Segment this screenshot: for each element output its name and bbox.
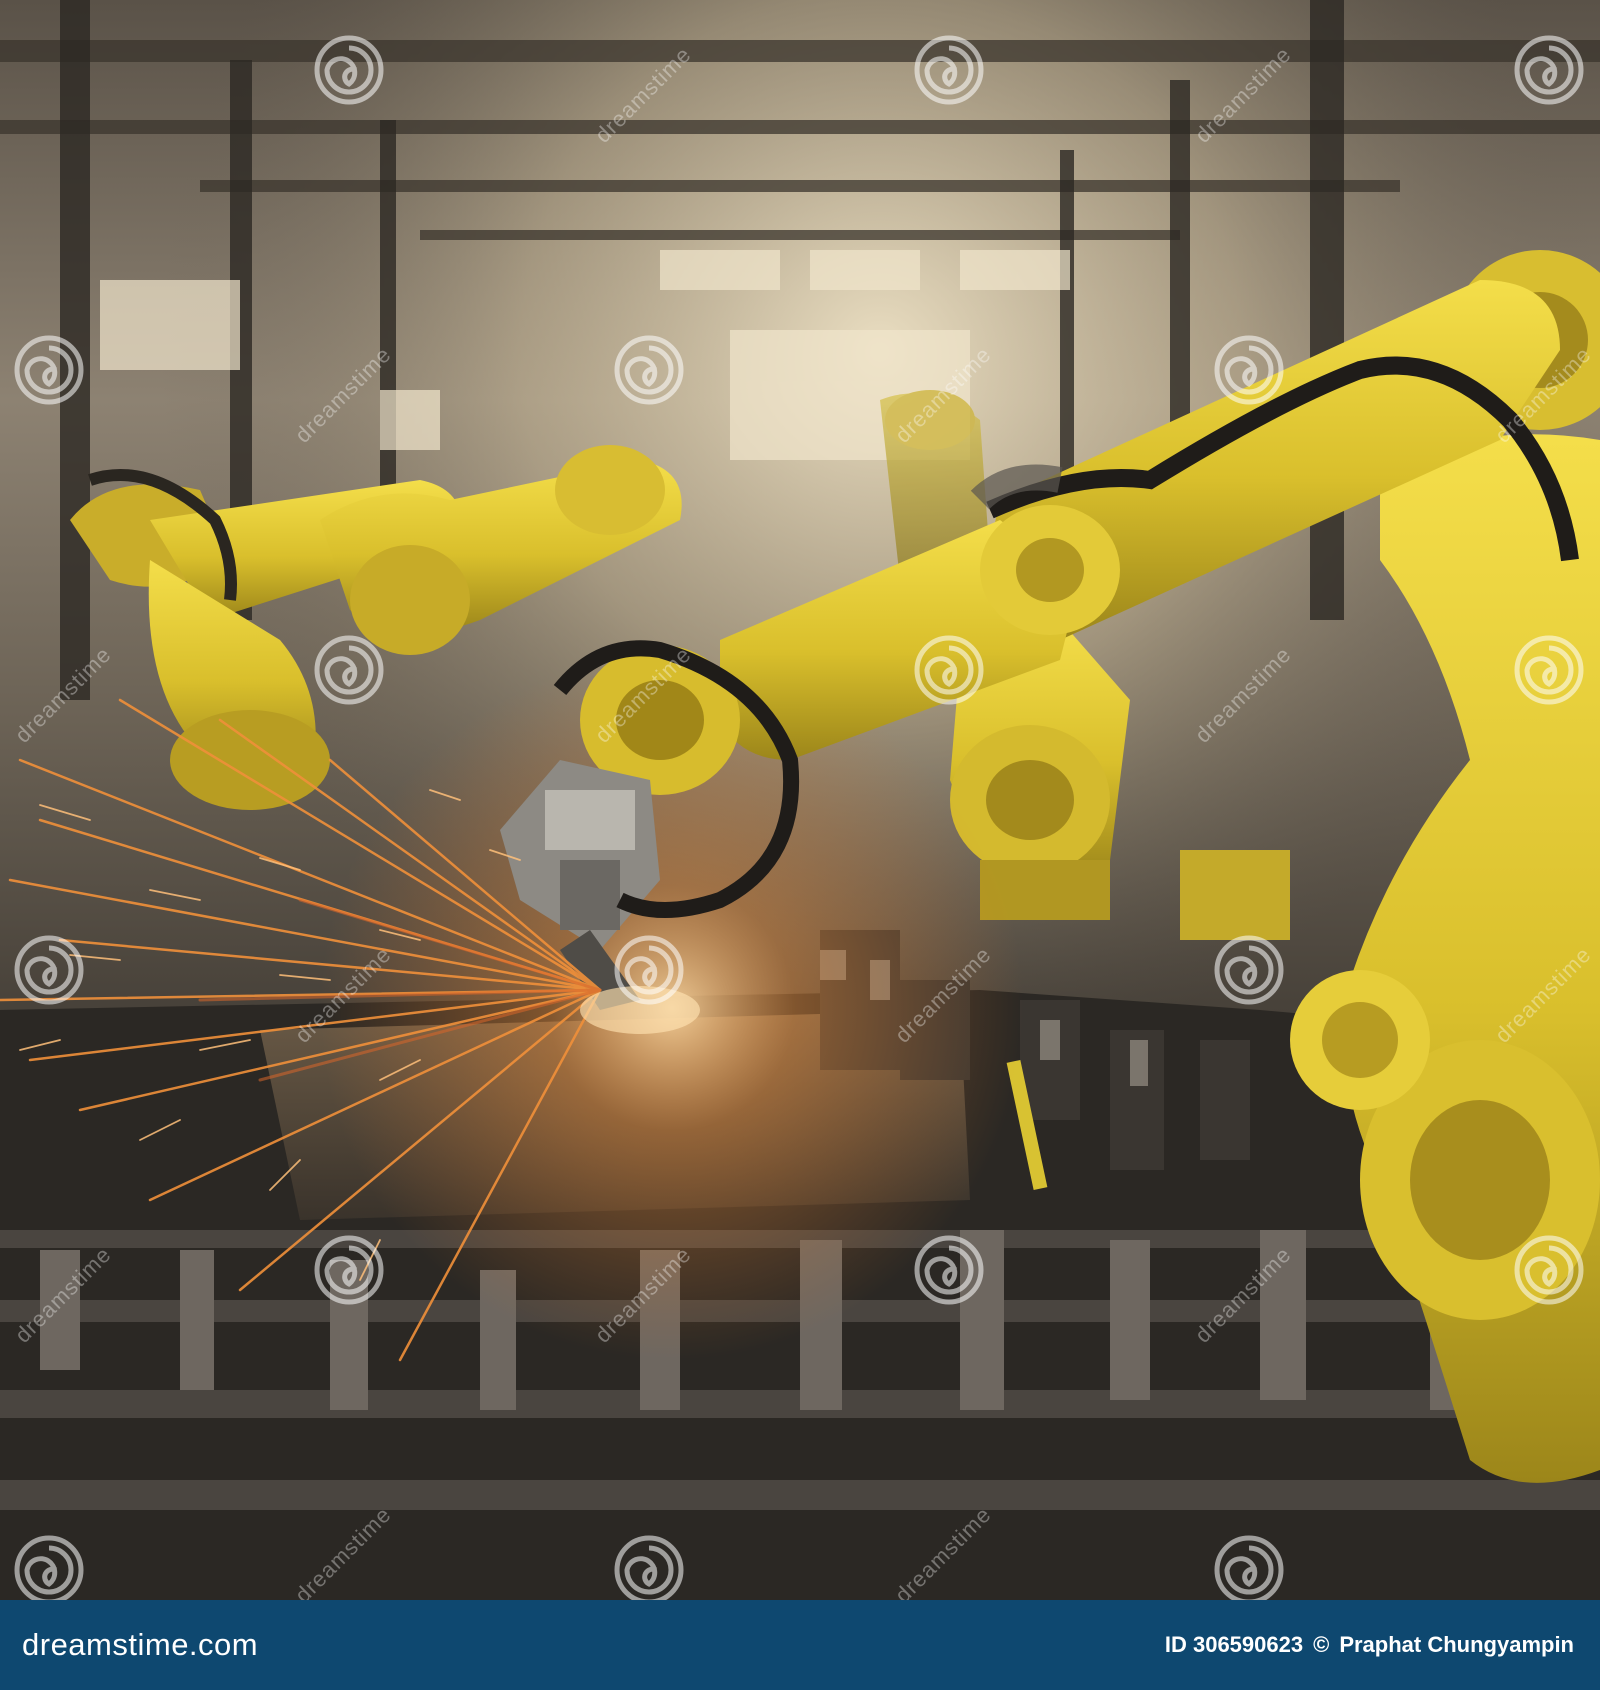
stock-photo: dreamstime dreamstime dreamstime dreamst… — [0, 0, 1600, 1690]
credit-footer: dreamstime.com ID 306590623 © Praphat Ch… — [0, 1600, 1600, 1690]
factory-robot-photo — [0, 0, 1600, 1600]
footer-site-name: dreamstime.com — [22, 1627, 259, 1662]
author-name: Praphat Chungyampin — [1339, 1632, 1574, 1657]
image-id: ID 306590623 — [1164, 1632, 1304, 1657]
copyright-icon: © — [1313, 1632, 1330, 1657]
footer-credits: ID 306590623 © Praphat Chungyampin — [1165, 1632, 1574, 1658]
